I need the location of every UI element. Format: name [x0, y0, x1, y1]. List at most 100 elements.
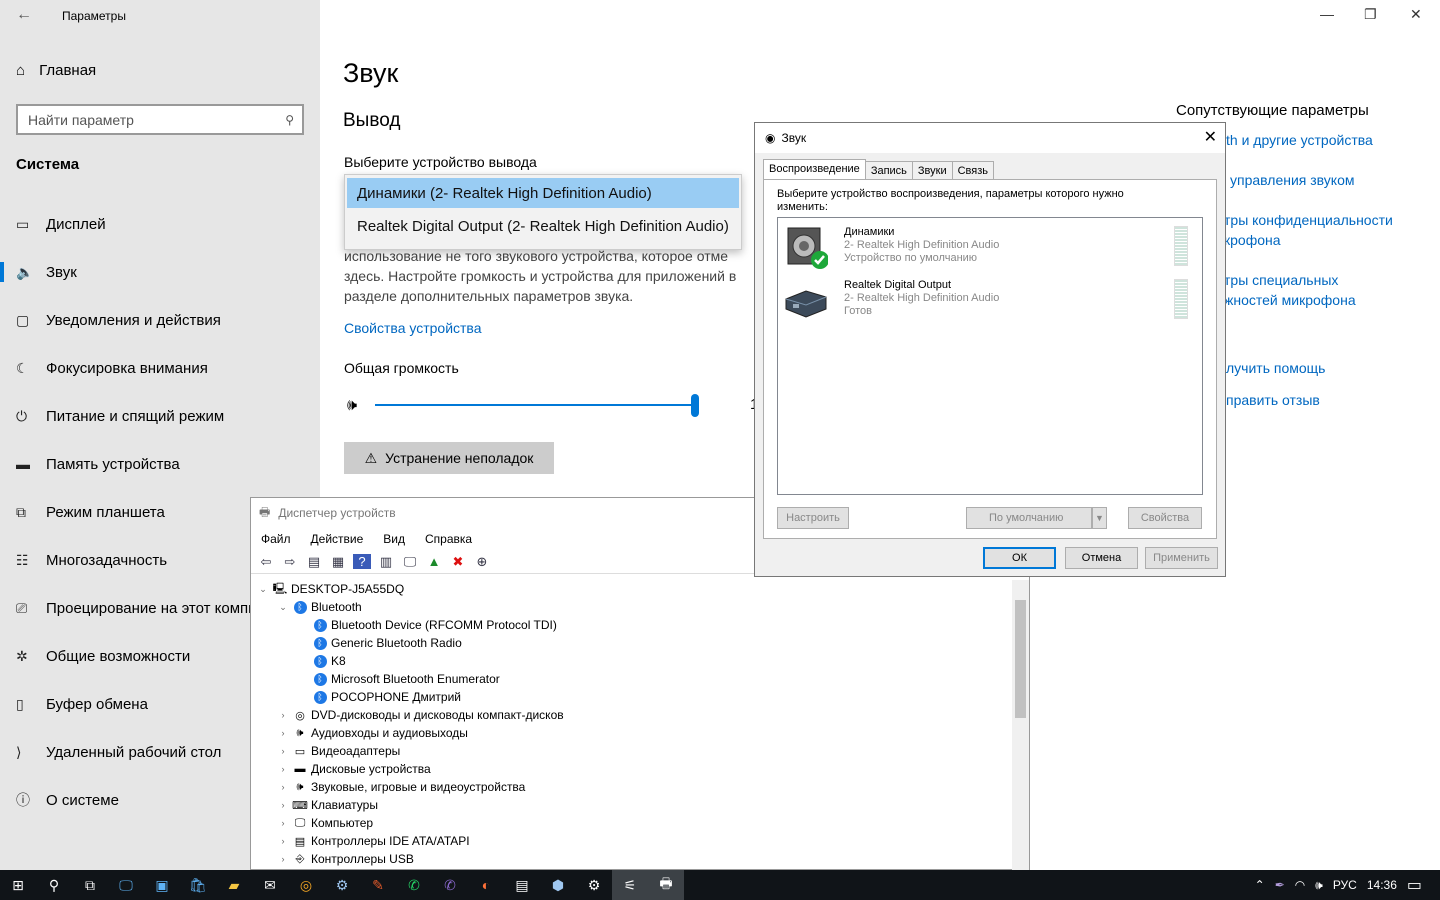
minimize-icon[interactable]: —: [1320, 6, 1334, 22]
chevron-up-icon[interactable]: ⌃: [1255, 878, 1265, 892]
device-tree[interactable]: ⌄ 🖳 DESKTOP-J5A55DQ ⌄ ᛒ Bluetooth ᛒ Bluetooth D…: [251, 580, 1011, 870]
tree-view-icon[interactable]: ▤: [305, 554, 323, 570]
set-default-button[interactable]: По умолчанию: [966, 507, 1092, 529]
apply-button[interactable]: Применить: [1145, 547, 1218, 569]
chevron-right-icon[interactable]: ›: [275, 782, 291, 792]
playback-device-list[interactable]: Динамики 2- Realtek High Definition Audi…: [777, 217, 1203, 495]
properties-icon[interactable]: ▦: [329, 554, 347, 570]
chevron-down-icon[interactable]: ⌄: [255, 584, 271, 595]
windows-start-icon[interactable]: ⊞: [0, 870, 36, 900]
tree-item[interactable]: › 🖵 Компьютер: [251, 814, 1011, 832]
volume-slider-thumb[interactable]: [691, 394, 699, 417]
task-view-icon[interactable]: ⧉: [72, 870, 108, 900]
this-pc-icon[interactable]: 🖵: [108, 870, 144, 900]
dropdown-option[interactable]: Realtek Digital Output (2- Realtek High …: [347, 211, 739, 241]
qiwi-icon[interactable]: ◎: [288, 870, 324, 900]
nav-item-sound[interactable]: 🔈 Звук: [0, 248, 320, 296]
update-driver-icon[interactable]: ▲: [425, 554, 443, 569]
scrollbar-thumb[interactable]: [1015, 600, 1026, 718]
nav-item-focus[interactable]: ☾ Фокусировка внимания: [0, 344, 320, 392]
tree-item[interactable]: ⌄ ᛒ Bluetooth: [251, 598, 1011, 616]
tree-item[interactable]: › ◎ DVD-дисководы и дисководы компакт-диск…: [251, 706, 1011, 724]
ok-button[interactable]: ОК: [983, 547, 1056, 569]
related-link[interactable]: th и другие устройства: [1226, 130, 1373, 150]
clock[interactable]: 14:36: [1367, 878, 1397, 892]
chevron-down-icon[interactable]: ⌄: [275, 602, 291, 613]
tree-item[interactable]: › ▤ Контроллеры IDE ATA/ATAPI: [251, 832, 1011, 850]
tree-item[interactable]: › ▭ Видеоадаптеры: [251, 742, 1011, 760]
language-indicator[interactable]: РУС: [1333, 878, 1357, 892]
back-arrow-icon[interactable]: ←: [16, 6, 32, 24]
related-link[interactable]: тры специальных: [1224, 270, 1338, 290]
file-explorer-icon[interactable]: ▰: [216, 870, 252, 900]
pen-icon[interactable]: ✒: [1275, 878, 1285, 892]
tree-item[interactable]: › 🕪 Аудиовходы и аудиовыходы: [251, 724, 1011, 742]
close-icon[interactable]: ✕: [1410, 6, 1422, 23]
app-icon[interactable]: ▤: [504, 870, 540, 900]
back-icon[interactable]: ⇦: [257, 554, 275, 570]
related-link[interactable]: лучить помощь: [1226, 358, 1325, 378]
volume-slider-track[interactable]: [375, 404, 697, 406]
settings-search[interactable]: ⚲: [16, 104, 304, 135]
dropdown-option[interactable]: Динамики (2- Realtek High Definition Aud…: [347, 178, 739, 208]
menu-action[interactable]: Действие: [311, 532, 364, 546]
restore-icon[interactable]: ❐: [1364, 6, 1377, 23]
chevron-right-icon[interactable]: ›: [275, 728, 291, 738]
related-link[interactable]: управления звуком: [1230, 170, 1355, 190]
chevron-right-icon[interactable]: ›: [275, 836, 291, 846]
control-panel-icon[interactable]: ▣: [144, 870, 180, 900]
list-view-icon[interactable]: ▥: [377, 554, 395, 570]
tab-playback[interactable]: Воспроизведение: [763, 159, 866, 180]
tree-item[interactable]: › ⎆ Контроллеры USB: [251, 850, 1011, 868]
notification-center-icon[interactable]: ▭: [1407, 875, 1422, 895]
store-icon[interactable]: 🛍: [180, 870, 216, 900]
download-icon[interactable]: ⊕: [473, 554, 491, 570]
menu-view[interactable]: Вид: [383, 532, 405, 546]
wifi-icon[interactable]: ◠: [1295, 878, 1305, 892]
help-icon[interactable]: ?: [353, 554, 371, 569]
chevron-right-icon[interactable]: ›: [275, 854, 291, 864]
forward-icon[interactable]: ⇨: [281, 554, 299, 570]
related-link[interactable]: править отзыв: [1226, 390, 1320, 410]
volume-icon[interactable]: 🕪: [1315, 878, 1323, 893]
devmgr-scrollbar[interactable]: [1012, 580, 1029, 870]
menu-file[interactable]: Файл: [261, 532, 291, 546]
related-link[interactable]: крофона: [1224, 230, 1281, 250]
tree-item[interactable]: ᛒ Bluetooth Device (RFCOMM Protocol TDI): [251, 616, 1011, 634]
mail-icon[interactable]: ✉: [252, 870, 288, 900]
viber-icon[interactable]: ✆: [432, 870, 468, 900]
search-icon[interactable]: ⚲: [285, 113, 294, 127]
nav-item-power[interactable]: ⏻ Питание и спящий режим: [0, 392, 320, 440]
3d-viewer-icon[interactable]: ⬢: [540, 870, 576, 900]
nav-item-display[interactable]: ▭ Дисплей: [0, 200, 320, 248]
device-properties-link[interactable]: Свойства устройства: [344, 320, 482, 336]
close-icon[interactable]: ✕: [1204, 127, 1217, 147]
search-input[interactable]: [28, 111, 268, 128]
firefox-icon[interactable]: ◐: [468, 870, 504, 900]
tree-item[interactable]: ᛒ K8: [251, 652, 1011, 670]
list-item[interactable]: Динамики 2- Realtek High Definition Audi…: [784, 222, 1194, 272]
gear-icon[interactable]: ⚙: [576, 870, 612, 900]
nav-item-storage[interactable]: ▬ Память устройства: [0, 440, 320, 488]
sound-settings-icon[interactable]: ⚟: [612, 870, 648, 900]
menu-help[interactable]: Справка: [425, 532, 472, 546]
chevron-right-icon[interactable]: ›: [275, 818, 291, 828]
home-link[interactable]: ⌂ Главная: [16, 62, 96, 79]
tree-item[interactable]: ⌄ 🖳 DESKTOP-J5A55DQ: [251, 580, 1011, 598]
device-manager-icon[interactable]: 🖶: [648, 870, 684, 900]
volume-icon[interactable]: 🕪: [347, 397, 357, 415]
chevron-right-icon[interactable]: ›: [275, 710, 291, 720]
related-link[interactable]: жностей микрофона: [1224, 290, 1356, 310]
chevron-down-icon[interactable]: ▼: [1092, 507, 1107, 529]
settings-app-icon[interactable]: ⚙: [324, 870, 360, 900]
properties-button[interactable]: Свойства: [1128, 507, 1202, 529]
uninstall-icon[interactable]: ✖: [449, 554, 467, 570]
paint-icon[interactable]: ✎: [360, 870, 396, 900]
cancel-button[interactable]: Отмена: [1065, 547, 1138, 569]
tree-item[interactable]: › ▬ Дисковые устройства: [251, 760, 1011, 778]
chevron-right-icon[interactable]: ›: [275, 746, 291, 756]
troubleshoot-button[interactable]: ⚠ Устранение неполадок: [344, 442, 554, 474]
tree-item[interactable]: › ⌨ Клавиатуры: [251, 796, 1011, 814]
whatsapp-icon[interactable]: ✆: [396, 870, 432, 900]
search-icon[interactable]: ⚲: [36, 870, 72, 900]
